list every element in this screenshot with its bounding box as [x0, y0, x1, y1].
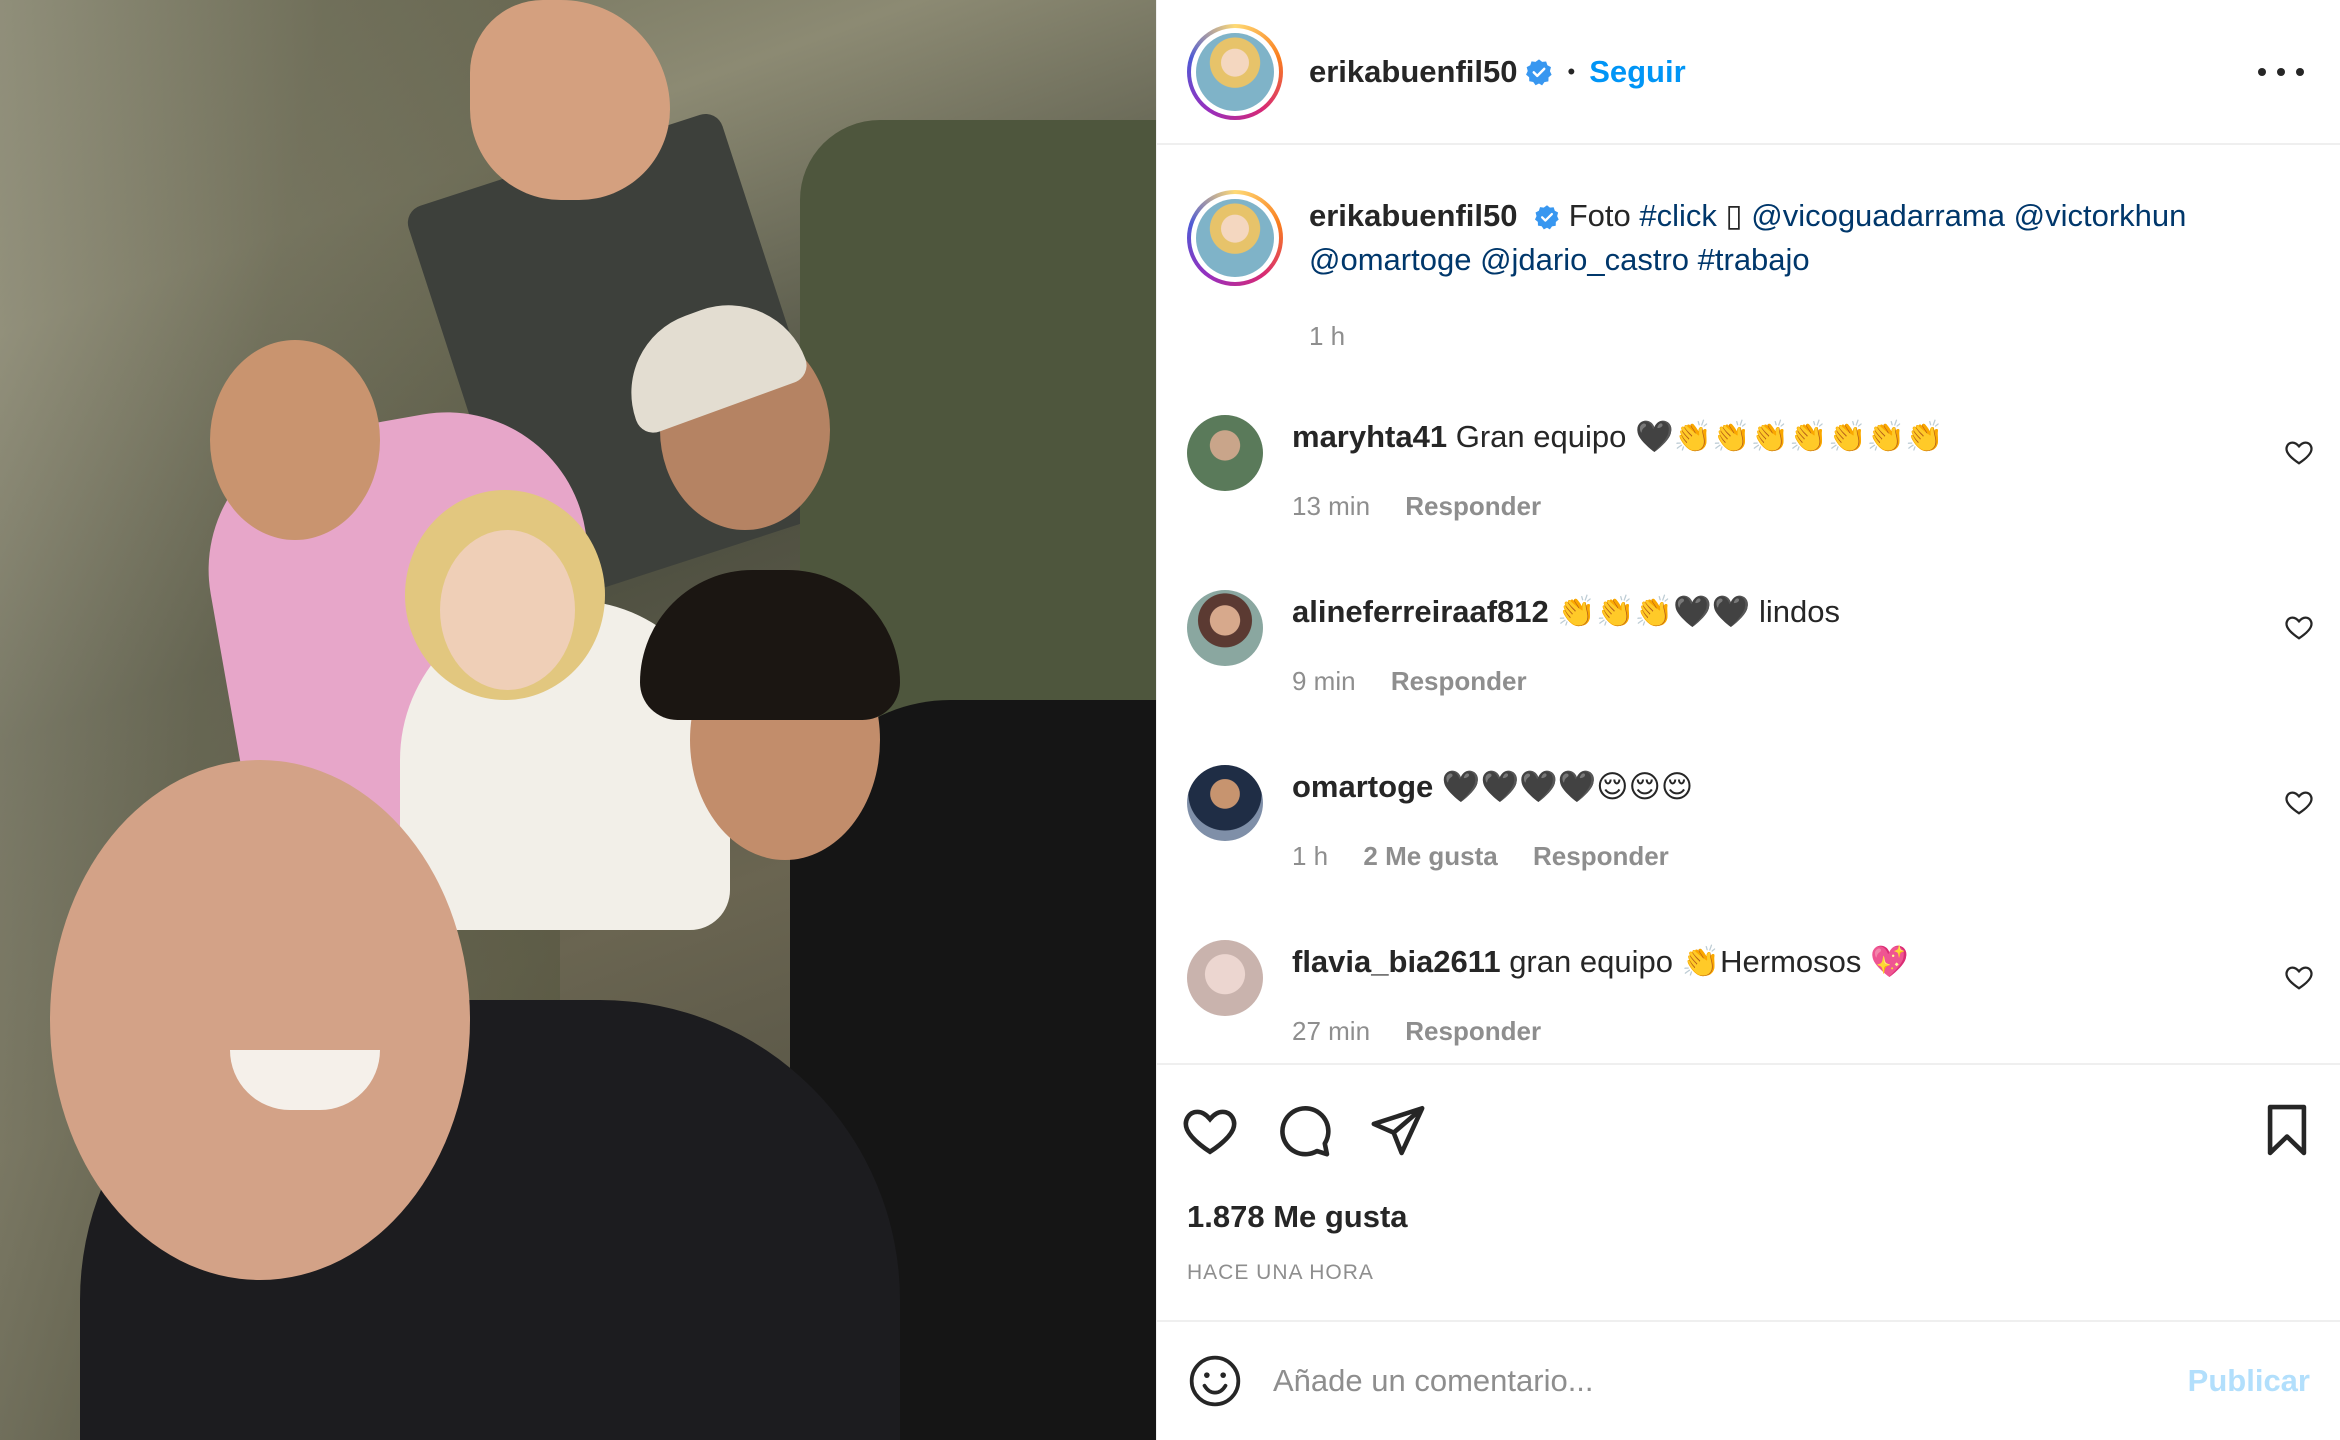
- emoji-icon[interactable]: [1187, 1353, 1243, 1409]
- comment-like-heart-icon[interactable]: [2284, 962, 2314, 992]
- mention-link[interactable]: @omartoge: [1309, 242, 1471, 277]
- post-timestamp[interactable]: HACE UNA HORA: [1187, 1261, 1374, 1285]
- comment-likes-count[interactable]: 2 Me gusta: [1363, 841, 1497, 871]
- reply-button[interactable]: Responder: [1391, 666, 1527, 696]
- comment-text: 👏👏👏🖤🖤 lindos: [1557, 594, 1841, 629]
- reply-button[interactable]: Responder: [1533, 841, 1669, 871]
- mention-link[interactable]: @vicoguadarrama: [1751, 198, 2005, 233]
- verified-badge-icon: [1535, 205, 1559, 230]
- post-actions-area: 1.878 Me gusta HACE UNA HORA: [1157, 1063, 2340, 1320]
- mention-link[interactable]: @jdario_castro: [1480, 242, 1689, 277]
- author-username[interactable]: erikabuenfil50: [1309, 54, 1517, 90]
- add-comment-bar: Publicar: [1157, 1320, 2340, 1440]
- more-options-icon[interactable]: [2258, 57, 2304, 87]
- instagram-post: erikabuenfil50 • Seguir erikabuenfil50 F…: [0, 0, 2340, 1440]
- comment-like-heart-icon[interactable]: [2284, 787, 2314, 817]
- hashtag-link[interactable]: #click: [1639, 198, 1717, 233]
- hashtag-link[interactable]: #trabajo: [1698, 242, 1810, 277]
- comment-time[interactable]: 13 min: [1292, 491, 1370, 521]
- save-bookmark-icon[interactable]: [2258, 1101, 2316, 1159]
- post-side-panel: erikabuenfil50 • Seguir erikabuenfil50 F…: [1156, 0, 2340, 1440]
- mention-link[interactable]: @victorkhun: [2014, 198, 2187, 233]
- like-heart-icon[interactable]: [1181, 1101, 1239, 1159]
- comment-username[interactable]: omartoge: [1292, 769, 1433, 804]
- photo-person-face-1: [210, 340, 380, 540]
- header-separator: •: [1567, 58, 1576, 84]
- comment-avatar[interactable]: [1187, 415, 1263, 491]
- comment-time[interactable]: 9 min: [1292, 666, 1356, 696]
- comment-time[interactable]: 1 h: [1292, 841, 1328, 871]
- comments-list[interactable]: erikabuenfil50 Foto #click ▯ @vicoguadar…: [1157, 145, 2340, 1063]
- action-bar: [1181, 1101, 2316, 1161]
- share-send-icon[interactable]: [1369, 1101, 1427, 1159]
- post-header: erikabuenfil50 • Seguir: [1157, 0, 2340, 145]
- comment-text: Gran equipo 🖤👏👏👏👏👏👏👏: [1455, 419, 1944, 454]
- caption-text: erikabuenfil50 Foto #click ▯ @vicoguadar…: [1309, 190, 2259, 358]
- comment-input[interactable]: [1273, 1363, 2168, 1399]
- caption-glyph: ▯: [1725, 198, 1743, 233]
- caption-time[interactable]: 1 h: [1309, 314, 2259, 358]
- comment-bubble-icon[interactable]: [1275, 1101, 1333, 1159]
- caption-avatar[interactable]: [1187, 190, 1283, 286]
- reply-button[interactable]: Responder: [1405, 1016, 1541, 1046]
- comment-avatar[interactable]: [1187, 590, 1263, 666]
- photo-person-face-5: [50, 760, 470, 1280]
- caption-word: Foto: [1568, 198, 1631, 233]
- author-avatar[interactable]: [1187, 23, 1283, 120]
- comment-like-heart-icon[interactable]: [2284, 437, 2314, 467]
- publish-button[interactable]: Publicar: [2188, 1363, 2310, 1399]
- reply-button[interactable]: Responder: [1405, 491, 1541, 521]
- verified-badge-icon: [1526, 58, 1553, 85]
- comment-text: 🖤🖤🖤🖤😌😌😌: [1441, 769, 1694, 804]
- comment-avatar[interactable]: [1187, 940, 1263, 1016]
- photo-person-face-2: [440, 530, 575, 690]
- comment-avatar[interactable]: [1187, 765, 1263, 841]
- comment-username[interactable]: alineferreiraaf812: [1292, 594, 1549, 629]
- post-caption: erikabuenfil50 Foto #click ▯ @vicoguadar…: [1187, 190, 2307, 358]
- post-photo[interactable]: [0, 0, 1156, 1440]
- comment-like-heart-icon[interactable]: [2284, 612, 2314, 642]
- caption-username[interactable]: erikabuenfil50: [1309, 198, 1517, 233]
- comment-username[interactable]: maryhta41: [1292, 419, 1447, 454]
- likes-count[interactable]: 1.878 Me gusta: [1187, 1199, 1408, 1235]
- comment-time[interactable]: 27 min: [1292, 1016, 1370, 1046]
- follow-button[interactable]: Seguir: [1589, 54, 1685, 90]
- photo-raised-hand: [470, 0, 670, 200]
- comment-text: gran equipo 👏Hermosos 💖: [1509, 944, 1909, 979]
- comment-username[interactable]: flavia_bia2611: [1292, 944, 1501, 979]
